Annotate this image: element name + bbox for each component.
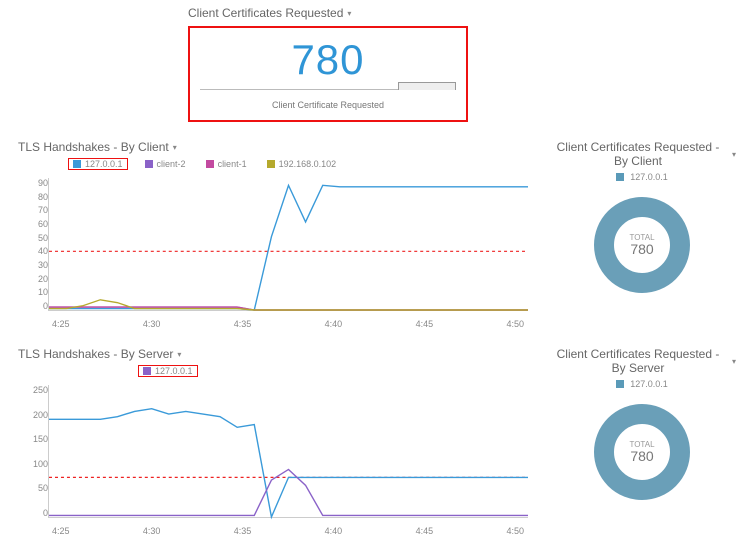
caret-down-icon: ▾ bbox=[173, 143, 177, 152]
legend-item-client2[interactable]: client-2 bbox=[142, 158, 189, 170]
caret-down-icon: ▾ bbox=[732, 150, 736, 159]
chart2-title[interactable]: TLS Handshakes - By Server ▾ bbox=[18, 347, 181, 361]
top-metric-subtitle: Client Certificate Requested bbox=[200, 100, 456, 110]
legend-item-client1[interactable]: client-1 bbox=[203, 158, 250, 170]
chart2-plot: 250200150100500 4:254:304:354:404:454:50 bbox=[18, 381, 528, 536]
donut2-title[interactable]: Client Certificates Requested - By Serve… bbox=[548, 347, 736, 375]
donut1-title[interactable]: Client Certificates Requested - By Clien… bbox=[548, 140, 736, 168]
sparkline-icon bbox=[398, 82, 456, 90]
caret-down-icon: ▾ bbox=[732, 357, 736, 366]
donut2-legend: 127.0.0.1 bbox=[630, 379, 668, 389]
top-metric-card: 780 Client Certificate Requested bbox=[188, 26, 468, 122]
top-card-title-text: Client Certificates Requested bbox=[188, 6, 343, 20]
legend-item-127-server[interactable]: 127.0.0.1 bbox=[138, 365, 198, 377]
donut1: TOTAL 780 bbox=[548, 190, 736, 300]
donut1-legend: 127.0.0.1 bbox=[630, 172, 668, 182]
top-metric-value: 780 bbox=[200, 36, 456, 84]
chart2-legend: 127.0.0.1 bbox=[138, 365, 528, 377]
svg-text:780: 780 bbox=[630, 241, 654, 257]
chart1-legend: 127.0.0.1 client-2 client-1 192.168.0.10… bbox=[68, 158, 528, 170]
legend-item-127[interactable]: 127.0.0.1 bbox=[68, 158, 128, 170]
chart1-plot: 9080706050403020100 4:254:304:354:404:45… bbox=[18, 174, 528, 329]
donut2: TOTAL 780 bbox=[548, 397, 736, 507]
legend-item-192[interactable]: 192.168.0.102 bbox=[264, 158, 340, 170]
top-card-title[interactable]: Client Certificates Requested ▾ bbox=[188, 6, 351, 20]
svg-text:780: 780 bbox=[630, 448, 654, 464]
caret-down-icon: ▾ bbox=[177, 350, 181, 359]
chart1-title[interactable]: TLS Handshakes - By Client ▾ bbox=[18, 140, 177, 154]
caret-down-icon: ▾ bbox=[347, 9, 351, 18]
